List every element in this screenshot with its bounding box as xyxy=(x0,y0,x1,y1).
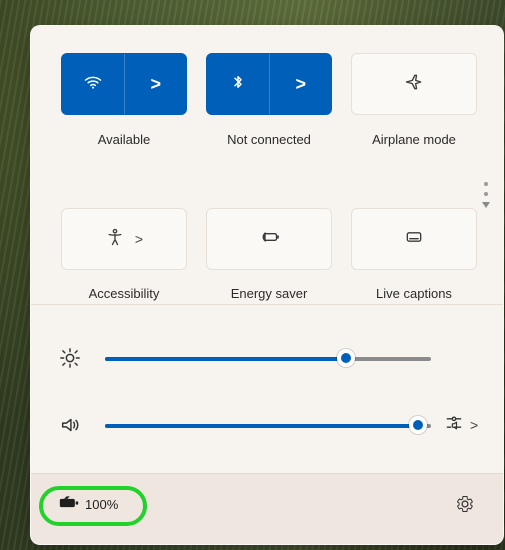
pager-dot xyxy=(484,192,488,196)
bluetooth-more-button[interactable]: > xyxy=(269,54,331,114)
settings-button[interactable] xyxy=(453,494,477,518)
energy-saver-icon xyxy=(258,227,280,252)
chevron-right-icon: > xyxy=(470,417,479,433)
tiles-pager[interactable] xyxy=(481,176,491,226)
bluetooth-toggle[interactable] xyxy=(207,54,269,114)
chevron-right-icon: > xyxy=(134,231,144,247)
battery-percentage: 100% xyxy=(85,497,119,512)
audio-output-selector[interactable]: > xyxy=(444,414,484,436)
energy-saver-label: Energy saver xyxy=(230,286,308,301)
volume-icon xyxy=(59,414,81,436)
volume-slider[interactable]: > xyxy=(59,409,479,441)
accessibility-tile-label: Accessibility xyxy=(88,286,160,301)
bluetooth-tile-label: Not connected xyxy=(227,132,311,147)
wifi-more-button[interactable]: > xyxy=(124,54,186,114)
wifi-icon xyxy=(84,73,102,96)
brightness-thumb[interactable] xyxy=(337,349,356,367)
battery-status[interactable]: 100% xyxy=(59,496,118,513)
airplane-icon xyxy=(404,72,424,97)
volume-fill xyxy=(105,424,418,428)
quick-settings-footer: 100% xyxy=(31,473,503,544)
wifi-tile-label: Available xyxy=(97,132,151,147)
brightness-icon xyxy=(59,347,81,369)
live-captions-label: Live captions xyxy=(376,286,452,301)
audio-mixer-icon xyxy=(444,413,464,438)
airplane-mode-tile[interactable] xyxy=(351,53,477,115)
quick-settings-panel: > Available > Not connected Airplane mod… xyxy=(30,25,504,545)
volume-thumb[interactable] xyxy=(408,416,427,434)
live-captions-icon xyxy=(404,227,424,252)
chevron-down-icon[interactable] xyxy=(482,202,490,208)
wifi-tile[interactable]: > xyxy=(61,53,187,115)
airplane-mode-label: Airplane mode xyxy=(372,132,456,147)
gear-icon xyxy=(455,494,475,519)
bluetooth-tile[interactable]: > xyxy=(206,53,332,115)
section-divider xyxy=(31,304,503,305)
chevron-right-icon: > xyxy=(150,74,161,94)
brightness-slider[interactable] xyxy=(59,342,479,374)
bluetooth-icon xyxy=(229,73,247,96)
accessibility-icon xyxy=(105,227,125,252)
accessibility-tile[interactable]: > xyxy=(61,208,187,270)
chevron-right-icon: > xyxy=(295,74,306,94)
quick-settings-tiles: > Available > Not connected Airplane mod… xyxy=(61,53,481,313)
live-captions-tile[interactable] xyxy=(351,208,477,270)
pager-dot xyxy=(484,182,488,186)
wifi-toggle[interactable] xyxy=(62,54,124,114)
battery-icon xyxy=(59,496,79,513)
energy-saver-tile[interactable] xyxy=(206,208,332,270)
brightness-fill xyxy=(105,357,347,361)
